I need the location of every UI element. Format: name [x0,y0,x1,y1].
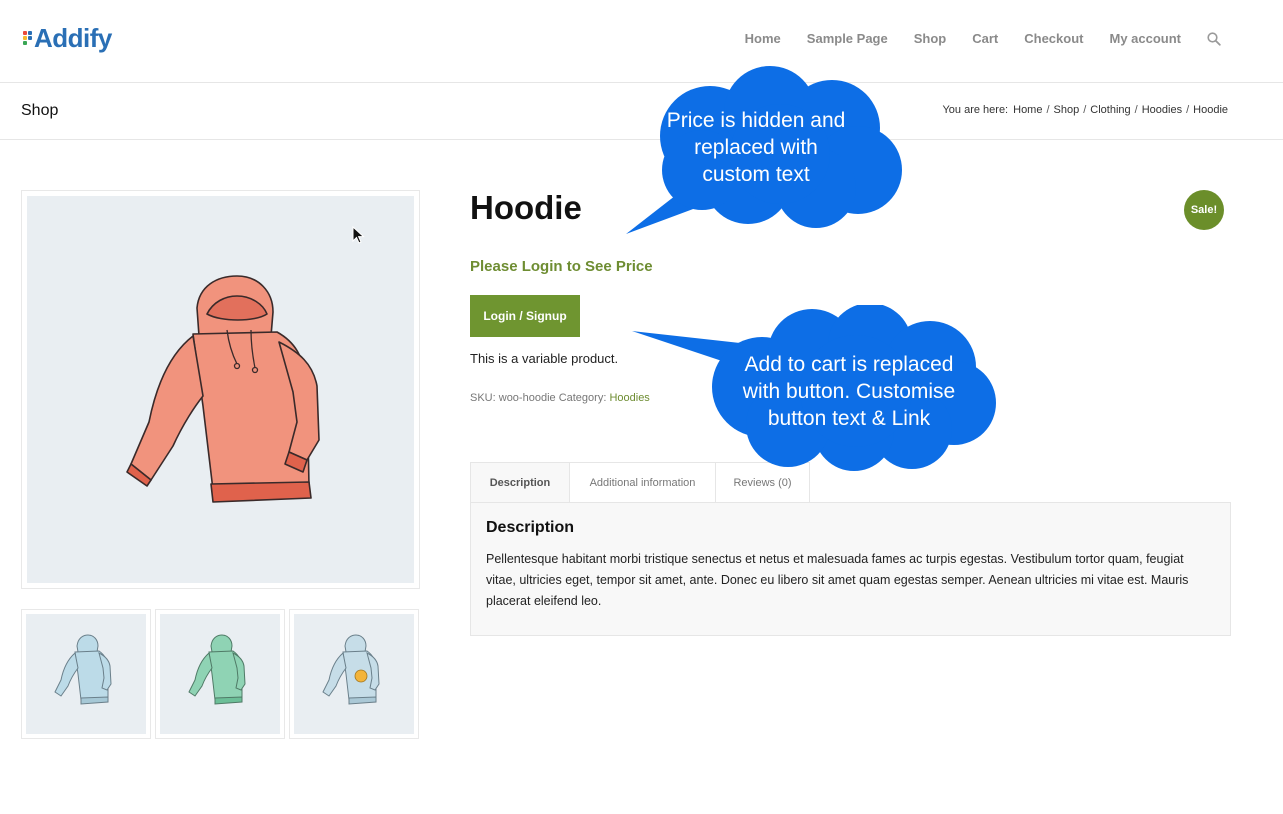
price-callout-line: replaced with [694,136,818,159]
nav-item-home[interactable]: Home [745,30,781,48]
tab-panel-description: Description Pellentesque habitant morbi … [470,502,1231,636]
nav-item-checkout[interactable]: Checkout [1024,30,1083,48]
page-title: Shop [21,102,59,119]
hoodie-image [126,275,320,503]
main-nav: Home Sample Page Shop Cart Checkout My a… [719,30,1223,48]
logo-mark-icon [23,27,33,49]
breadcrumb-separator: / [1046,104,1050,116]
nav-item-cart[interactable]: Cart [972,30,998,48]
tab-panel-text: Pellentesque habitant morbi tristique se… [486,552,1189,608]
sale-badge: Sale! [1184,190,1224,230]
tab-panel-heading: Description [486,519,575,536]
breadcrumb-current: Hoodie [1193,104,1228,116]
hoodie-thumbnail-icon [188,634,246,705]
price-callout-text: Price is hidden and replaced with custom… [666,107,846,188]
nav-item-shop[interactable]: Shop [914,30,947,48]
nav-item-sample-page[interactable]: Sample Page [807,30,888,48]
nav-item-my-account[interactable]: My account [1109,30,1181,48]
breadcrumb-separator: / [1186,104,1190,116]
hoodie-thumbnail-icon [54,634,112,705]
hoodie-thumbnail-icon [322,634,380,705]
breadcrumb-clothing[interactable]: Clothing [1090,104,1130,116]
button-callout-line: with button. Customise [742,380,956,403]
button-callout-text: Add to cart is replaced with button. Cus… [724,351,974,432]
product-main-image[interactable] [21,190,420,589]
tab-description[interactable]: Description [470,462,570,503]
mouse-cursor-icon [352,226,365,244]
login-signup-button[interactable]: Login / Signup [470,295,580,337]
thumbnail-green-hoodie[interactable] [155,609,285,739]
thumbnail-blue-hoodie[interactable] [21,609,151,739]
breadcrumb-hoodies[interactable]: Hoodies [1142,104,1182,116]
thumbnail-emoji-hoodie[interactable] [289,609,419,739]
button-callout-line: button text & Link [767,407,931,430]
short-description: This is a variable product. [470,351,619,366]
sku-label: SKU: [470,392,496,404]
product-thumbnails [21,609,423,739]
breadcrumb-separator: / [1134,104,1138,116]
price-callout-line: custom text [702,163,810,186]
product-title: Hoodie [470,189,582,226]
price-replacement-text: Please Login to See Price [470,258,653,275]
sku-value: woo-hoodie [498,392,556,404]
button-callout-line: Add to cart is replaced [744,353,954,376]
product-meta: SKU: woo-hoodie Category: Hoodies [470,392,650,404]
breadcrumb: You are here: Home / Shop / Clothing / H… [942,104,1228,116]
breadcrumb-prefix: You are here: [942,104,1009,116]
price-callout-line: Price is hidden and [666,109,846,132]
logo[interactable]: Addify [23,22,112,54]
breadcrumb-shop[interactable]: Shop [1054,104,1080,116]
breadcrumb-separator: / [1083,104,1087,116]
logo-text: Addify [34,22,112,53]
breadcrumb-home[interactable]: Home [1013,104,1042,116]
category-label: Category: [558,392,607,404]
search-icon[interactable] [1207,30,1223,48]
